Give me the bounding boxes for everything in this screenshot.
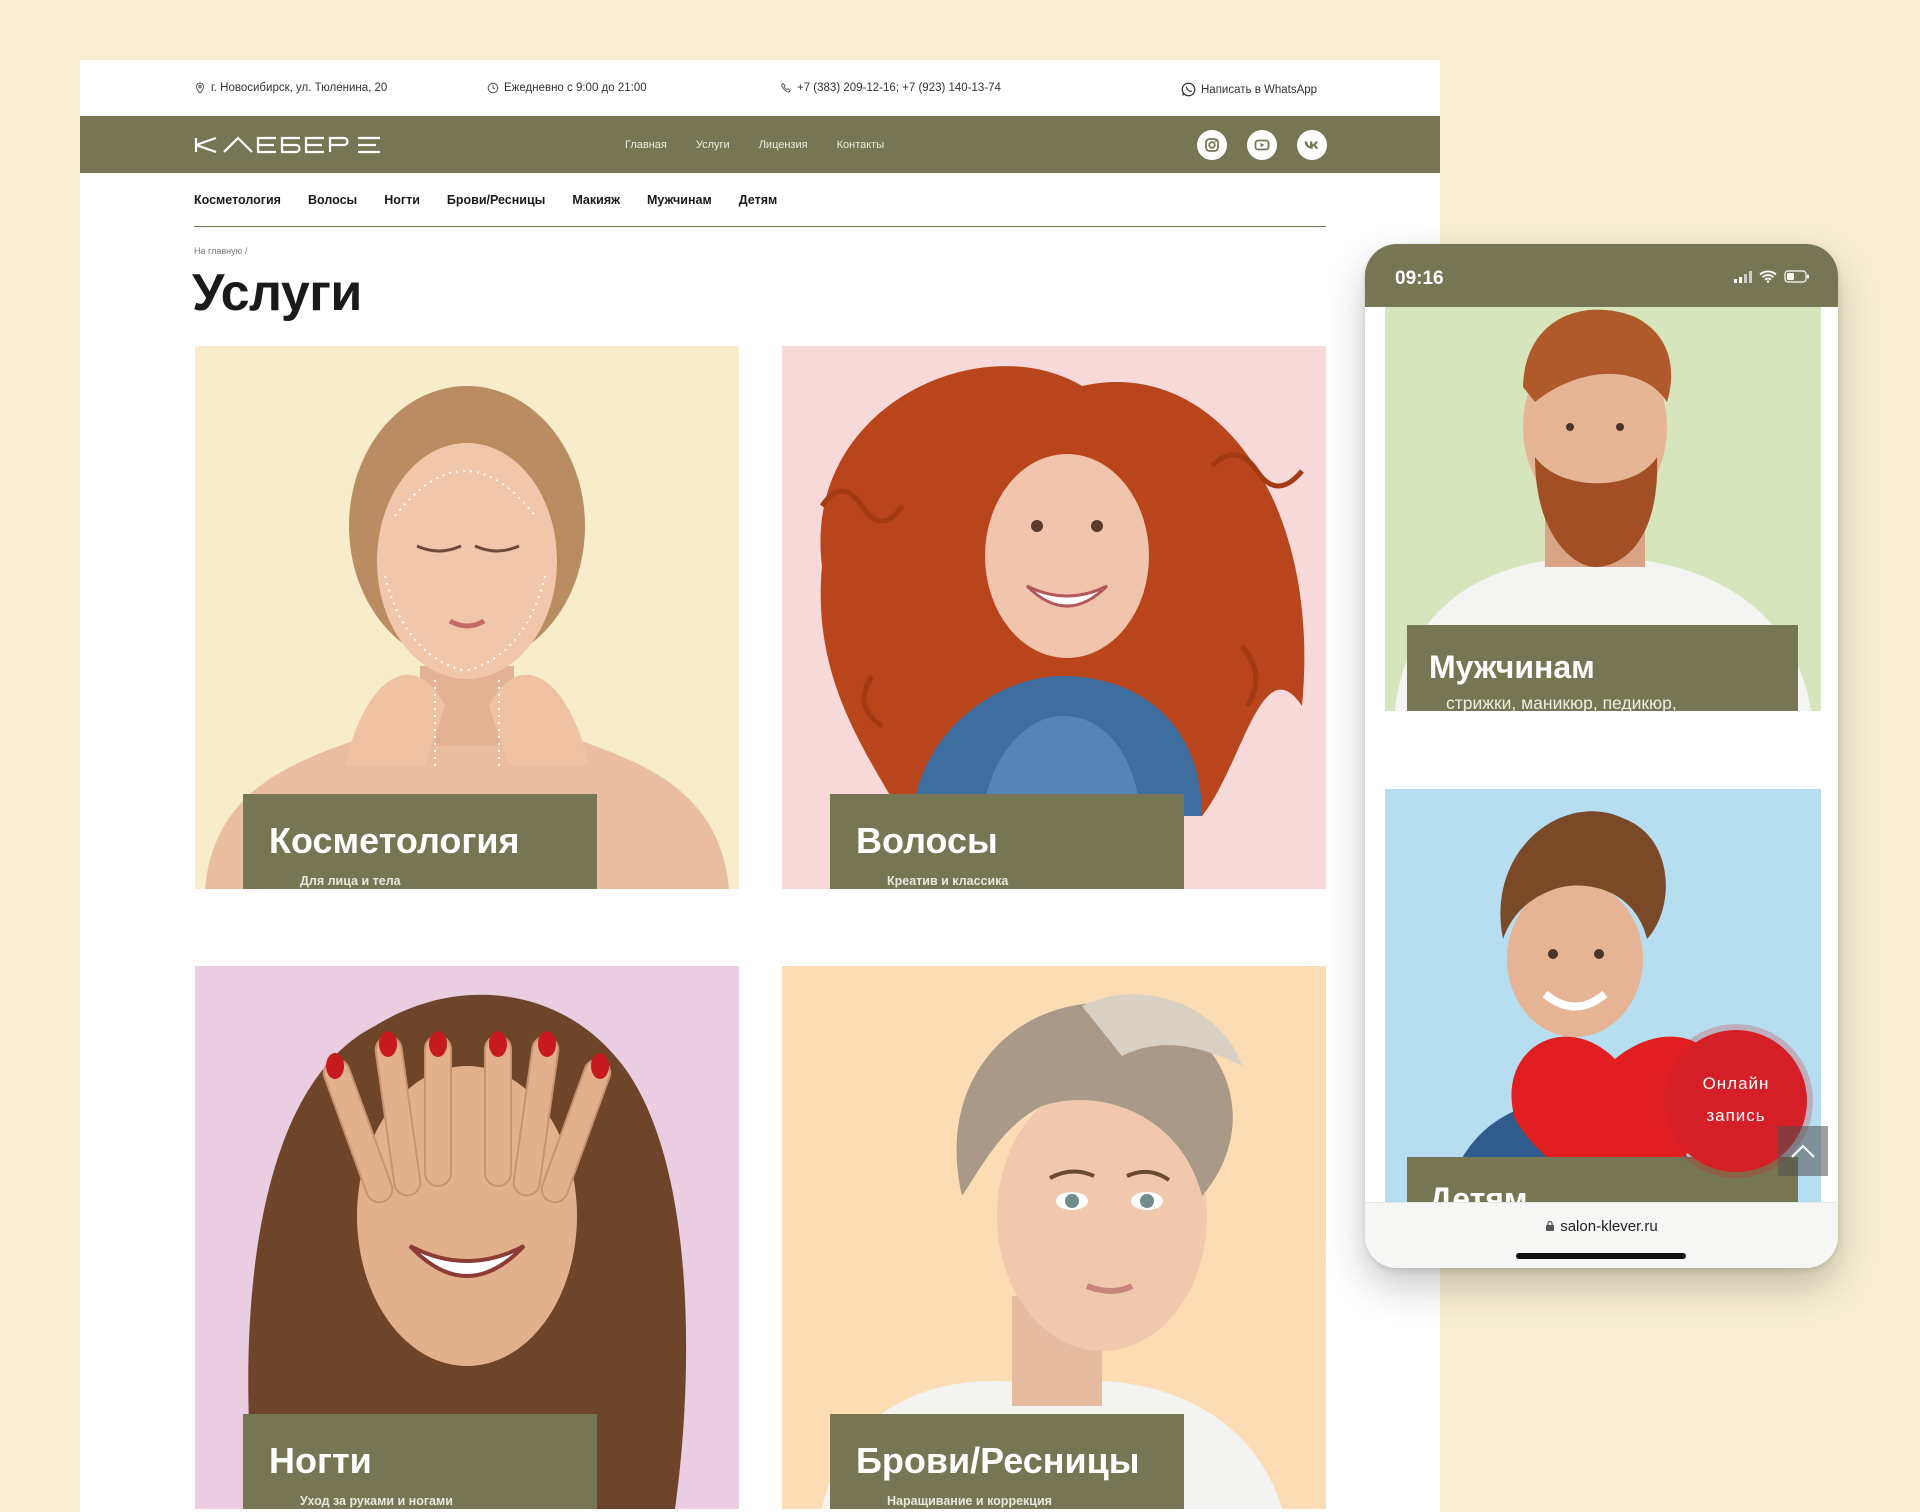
phone-status-bar: 09:16 bbox=[1365, 244, 1838, 307]
vk-button[interactable] bbox=[1297, 130, 1327, 160]
card-title: Брови/Ресницы bbox=[856, 1440, 1140, 1481]
category-cosmetology[interactable]: Косметология bbox=[194, 193, 281, 207]
mobile-card-label: Мужчинам стрижки, маникюр, педикюр, косм… bbox=[1407, 625, 1798, 711]
nav-contacts[interactable]: Контакты bbox=[837, 139, 885, 151]
card-title: Косметология bbox=[269, 820, 520, 861]
instagram-button[interactable] bbox=[1197, 130, 1227, 160]
category-makeup[interactable]: Макияж bbox=[572, 193, 620, 207]
category-brows-lashes[interactable]: Брови/Ресницы bbox=[447, 193, 545, 207]
clock-icon bbox=[487, 82, 499, 94]
online-booking-line1: Онлайн bbox=[1702, 1074, 1770, 1093]
whatsapp-link[interactable]: Написать в WhatsApp bbox=[1181, 82, 1317, 97]
location-pin-icon bbox=[195, 82, 205, 94]
nav-license[interactable]: Лицензия bbox=[759, 139, 808, 151]
address-text: г. Новосибирск, ул. Тюленина, 20 bbox=[211, 82, 388, 94]
desktop-page: г. Новосибирск, ул. Тюленина, 20 Ежеднев… bbox=[80, 60, 1440, 1512]
category-nav: Косметология Волосы Ногти Брови/Ресницы … bbox=[194, 173, 1326, 227]
mobile-mockup: Мужчинам стрижки, маникюр, педикюр, косм… bbox=[1365, 244, 1838, 1268]
card-label: Ногти Уход за руками и ногами bbox=[243, 1414, 597, 1509]
klever-logo[interactable] bbox=[194, 136, 384, 154]
mobile-card-title: Мужчинам bbox=[1429, 649, 1595, 685]
url-text: salon-klever.ru bbox=[1560, 1218, 1658, 1235]
address: г. Новосибирск, ул. Тюленина, 20 bbox=[194, 82, 387, 94]
home-indicator bbox=[1516, 1253, 1686, 1259]
service-card-nails[interactable]: Ногти Уход за руками и ногами bbox=[195, 966, 739, 1509]
instagram-icon bbox=[1205, 138, 1219, 152]
wifi-icon bbox=[1759, 270, 1777, 283]
youtube-button[interactable] bbox=[1247, 130, 1277, 160]
card-subtitle: Креатив и классика bbox=[887, 874, 1009, 888]
page-title: Услуги bbox=[192, 264, 362, 322]
card-subtitle: Для лица и тела bbox=[300, 874, 401, 888]
category-nails[interactable]: Ногти bbox=[384, 193, 420, 207]
breadcrumb[interactable]: На главную / bbox=[194, 246, 247, 256]
card-title: Ногти bbox=[269, 1440, 372, 1481]
phone-icon bbox=[781, 82, 791, 93]
mobile-card-men[interactable]: Мужчинам стрижки, маникюр, педикюр, косм… bbox=[1385, 307, 1821, 711]
service-card-brows-lashes[interactable]: Брови/Ресницы Наращивание и коррекция bbox=[782, 966, 1326, 1509]
card-subtitle: Наращивание и коррекция bbox=[887, 1494, 1052, 1508]
card-title: Волосы bbox=[856, 820, 998, 861]
signal-icon bbox=[1734, 270, 1752, 283]
category-men[interactable]: Мужчинам bbox=[647, 193, 712, 207]
top-info-bar: г. Новосибирск, ул. Тюленина, 20 Ежеднев… bbox=[80, 60, 1440, 116]
chevron-up-icon bbox=[1791, 1144, 1815, 1158]
address-bar-url[interactable]: salon-klever.ru bbox=[1365, 1218, 1838, 1235]
phones-text[interactable]: +7 (383) 209-12-16; +7 (923) 140-13-74 bbox=[797, 82, 1001, 94]
battery-icon bbox=[1784, 270, 1809, 283]
working-hours: Ежедневно с 9:00 до 21:00 bbox=[487, 82, 647, 94]
nav-services[interactable]: Услуги bbox=[696, 139, 730, 151]
card-label: Косметология Для лица и тела bbox=[243, 794, 597, 889]
card-subtitle: Уход за руками и ногами bbox=[300, 1494, 453, 1508]
youtube-icon bbox=[1254, 139, 1270, 151]
card-label: Брови/Ресницы Наращивание и коррекция bbox=[830, 1414, 1184, 1509]
lock-icon bbox=[1546, 1220, 1555, 1231]
category-kids[interactable]: Детям bbox=[739, 193, 778, 207]
nav-home[interactable]: Главная bbox=[625, 139, 667, 151]
vk-icon bbox=[1304, 141, 1319, 149]
card-label: Волосы Креатив и классика bbox=[830, 794, 1184, 889]
scroll-to-top-button[interactable] bbox=[1778, 1126, 1828, 1176]
whatsapp-icon bbox=[1181, 82, 1196, 97]
status-icons bbox=[1734, 270, 1810, 283]
service-card-cosmetology[interactable]: Косметология Для лица и тела bbox=[195, 346, 739, 889]
main-nav: Главная Услуги Лицензия Контакты bbox=[625, 116, 913, 173]
whatsapp-text[interactable]: Написать в WhatsApp bbox=[1201, 84, 1317, 96]
phones[interactable]: +7 (383) 209-12-16; +7 (923) 140-13-74 bbox=[780, 82, 1001, 94]
hours-text: Ежедневно с 9:00 до 21:00 bbox=[504, 82, 647, 94]
main-navbar: Главная Услуги Лицензия Контакты bbox=[80, 116, 1440, 173]
status-time: 09:16 bbox=[1395, 268, 1444, 289]
mobile-card-subtitle: стрижки, маникюр, педикюр, косметология bbox=[1446, 693, 1677, 711]
service-card-hair[interactable]: Волосы Креатив и классика bbox=[782, 346, 1326, 889]
category-hair[interactable]: Волосы bbox=[308, 193, 357, 207]
browser-address-bar: salon-klever.ru bbox=[1365, 1202, 1838, 1268]
